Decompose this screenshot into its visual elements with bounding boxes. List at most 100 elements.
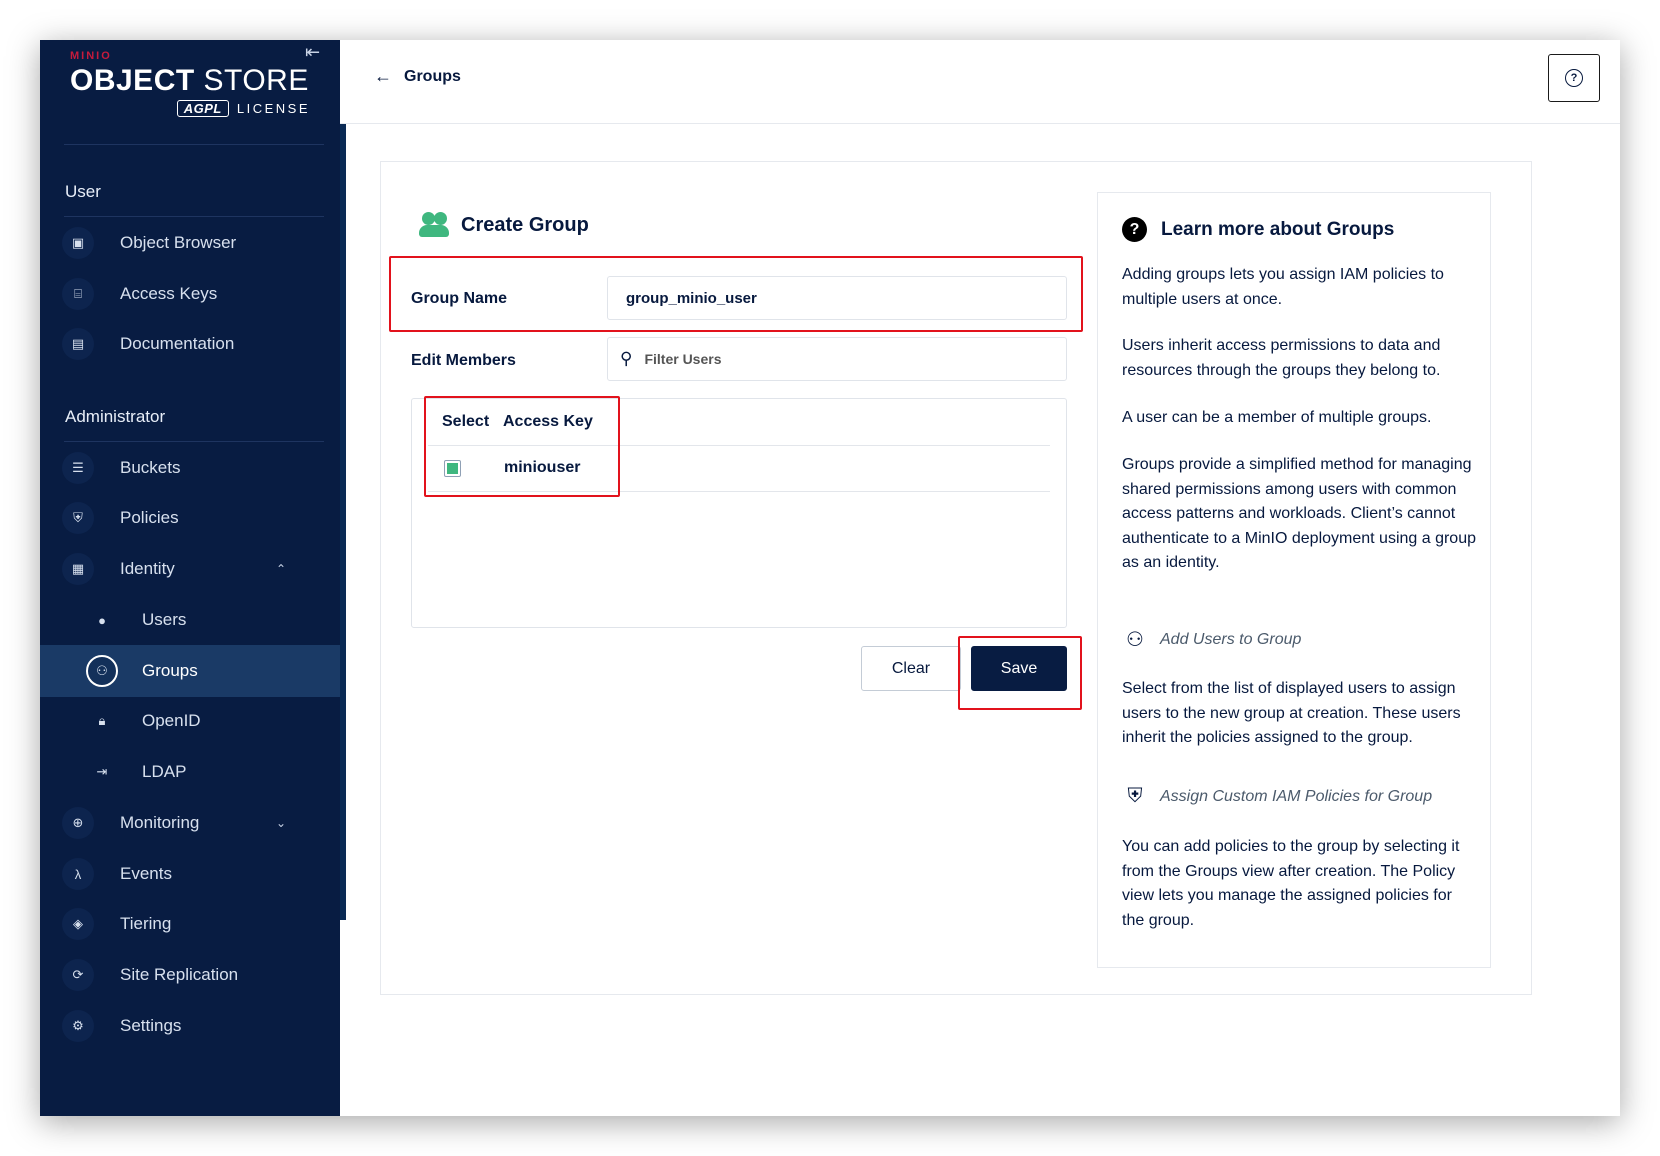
sidebar-item-documentation[interactable]: ▤ Documentation [40,318,340,370]
sidebar-item-label: Monitoring [120,813,200,832]
search-icon: ⚲ [620,349,633,368]
magnifier-chart-icon: ⊕ [62,807,94,839]
sidebar-divider [64,144,324,145]
group-name-input[interactable]: group_minio_user [607,276,1067,320]
users-icon: ⚇ [1126,629,1144,651]
logo-store: STORE [194,64,309,97]
back-to-groups-link[interactable]: ← Groups [374,66,461,87]
minio-logo[interactable]: MINIO OBJECT STORE AGPL LICENSE [70,50,320,140]
sidebar-item-site-replication[interactable]: ⟳ Site Replication [40,949,340,1001]
sidebar-item-tiering[interactable]: ◈ Tiering [40,898,340,950]
sidebar: MINIO OBJECT STORE AGPL LICENSE ⇤ User ▣… [40,40,346,1116]
help-panel: ? Learn more about Groups Adding groups … [1097,192,1491,968]
sidebar-item-label: Events [120,864,172,883]
arrow-left-icon: ← [374,66,392,86]
groups-icon: ⚇ [86,655,118,687]
sidebar-item-label: Identity [120,559,175,578]
help-subheading-policies: ⛨ Assign Custom IAM Policies for Group [1122,785,1433,808]
app-window: MINIO OBJECT STORE AGPL LICENSE ⇤ User ▣… [40,40,1620,1116]
logo-brand-small: MINIO [70,50,112,62]
sidebar-item-label: Documentation [120,334,235,353]
sidebar-item-label: Access Keys [120,284,218,303]
sidebar-item-openid[interactable]: 🔒︎ OpenID [40,695,340,747]
object-browser-icon: ▣ [62,227,94,259]
table-header-divider [428,445,1050,446]
column-header-select[interactable]: Select [442,413,489,431]
collapse-sidebar-icon[interactable]: ⇤ [305,42,320,63]
sidebar-item-access-keys[interactable]: ⌸ Access Keys [40,268,340,320]
help-paragraph: A user can be a member of multiple group… [1122,409,1432,426]
license-row: AGPL LICENSE [70,100,310,117]
sidebar-scrollbar[interactable] [340,40,346,920]
help-button[interactable]: ? [1548,54,1600,102]
sidebar-item-events[interactable]: λ Events [40,848,340,900]
sidebar-item-label: Buckets [120,458,181,477]
gear-icon: ⚙ [62,1010,94,1042]
help-paragraph: Users inherit access permissions to data… [1122,337,1441,379]
lambda-icon: λ [62,858,94,890]
layers-icon: ◈ [62,908,94,940]
sidebar-item-identity[interactable]: ▦ Identity ⌃ [40,543,340,595]
table-row-divider [428,491,1050,492]
sidebar-item-label: OpenID [142,711,201,730]
help-paragraph: You can add policies to the group by sel… [1122,838,1460,929]
sidebar-item-monitoring[interactable]: ⊕ Monitoring ⌄ [40,797,340,849]
chevron-up-icon[interactable]: ⌃ [276,562,286,576]
sidebar-item-users[interactable]: ● Users [40,594,340,646]
filter-users-input[interactable]: ⚲ Filter Users [607,337,1067,381]
sidebar-item-label: LDAP [142,762,187,781]
sidebar-item-policies[interactable]: ⛨ Policies [40,492,340,544]
sidebar-item-label: Object Browser [120,233,237,252]
back-label: Groups [404,67,461,85]
help-paragraph: Adding groups lets you assign IAM polici… [1122,266,1444,308]
sidebar-section-user: User [65,182,101,201]
login-icon: ⇥ [96,764,108,779]
sidebar-item-settings[interactable]: ⚙ Settings [40,1000,340,1052]
save-button[interactable]: Save [971,646,1067,691]
sidebar-item-label: Tiering [120,914,172,933]
sidebar-section-administrator: Administrator [65,407,166,426]
sync-icon: ⟳ [62,959,94,991]
question-icon: ? [1122,217,1147,242]
logo-brand-big: OBJECT STORE [70,64,320,98]
help-title: ? Learn more about Groups [1122,217,1394,242]
agpl-badge: AGPL [176,100,229,117]
help-subheading-text: Add Users to Group [1160,630,1302,648]
help-subheading-add-users: ⚇ Add Users to Group [1122,627,1301,652]
logo-object: OBJECT [70,64,195,97]
add-group-icon [419,210,451,240]
column-header-access-key[interactable]: Access Key [503,413,593,431]
help-subheading-text: Assign Custom IAM Policies for Group [1160,787,1433,805]
sidebar-item-label: Site Replication [120,965,239,984]
group-name-label: Group Name [411,290,508,307]
user-icon: ● [98,612,106,628]
filter-users-placeholder: Filter Users [644,351,722,367]
form-title-text: Create Group [461,213,589,236]
shield-icon: ⛨ [62,502,94,534]
chevron-down-icon[interactable]: ⌄ [276,816,286,830]
bucket-icon: ☰ [62,452,94,484]
id-card-icon: ▦ [62,553,94,585]
lock-icon: 🔒︎ [98,713,106,728]
shield-icon: ⛨ [1127,785,1143,807]
access-keys-icon: ⌸ [62,278,94,310]
sidebar-item-label: Groups [142,661,198,680]
sidebar-item-buckets[interactable]: ☰ Buckets [40,442,340,494]
table-row-access-key: miniouser [504,459,581,476]
create-group-card: Create Group Group Name group_minio_user… [380,161,1532,995]
edit-members-label: Edit Members [411,352,516,369]
sidebar-item-ldap[interactable]: ⇥ LDAP [40,746,340,798]
help-paragraph: Groups provide a simplified method for m… [1122,456,1476,571]
row-select-checkbox[interactable] [444,460,461,477]
sidebar-item-label: Settings [120,1016,182,1035]
sidebar-item-object-browser[interactable]: ▣ Object Browser [40,217,340,269]
form-title: Create Group [419,210,589,240]
documentation-icon: ▤ [62,328,94,360]
checkbox-checked-fill [447,463,458,474]
question-circle-icon: ? [1565,69,1583,87]
sidebar-item-label: Users [142,610,187,629]
clear-button[interactable]: Clear [861,646,961,691]
sidebar-item-groups[interactable]: ⚇ Groups [40,645,340,697]
members-table: Select Access Key miniouser [411,398,1067,628]
sidebar-item-label: Policies [120,508,179,527]
